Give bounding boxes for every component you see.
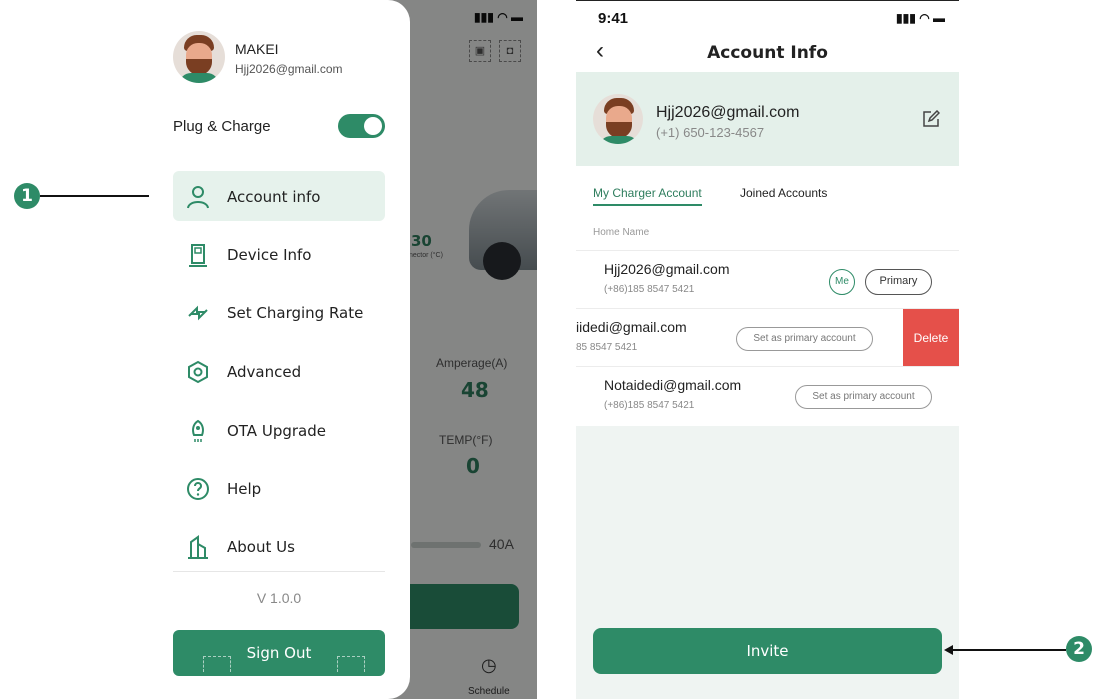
profile-email: Hjj2026@gmail.com bbox=[656, 104, 800, 121]
menu-item-about-us[interactable]: About Us bbox=[173, 521, 385, 571]
sign-out-label: Sign Out bbox=[246, 644, 312, 662]
set-primary-button[interactable]: Set as primary account bbox=[736, 327, 873, 351]
me-badge: Me bbox=[829, 269, 855, 295]
side-drawer: MAKEI Hjj2026@gmail.com Plug & Charge Ac… bbox=[149, 0, 410, 699]
page-title: Account Info bbox=[707, 43, 828, 63]
menu-label: Set Charging Rate bbox=[227, 304, 364, 322]
primary-badge: Primary bbox=[865, 269, 932, 295]
accounts-panel: My Charger Account Joined Accounts Home … bbox=[576, 166, 959, 426]
rocket-icon bbox=[192, 419, 204, 442]
scan-bracket-left bbox=[203, 656, 231, 672]
account-phone: (+86)185 8547 5421 bbox=[604, 400, 695, 411]
avatar bbox=[173, 31, 225, 83]
user-email: Hjj2026@gmail.com bbox=[235, 62, 343, 76]
callout-2: 2 bbox=[1066, 636, 1092, 662]
right-phone-screen: 9:41 ▮▮▮ ◠ ▬ ‹ Account Info Hjj2026@gmai… bbox=[576, 0, 959, 699]
account-row[interactable]: Hjj2026@gmail.com (+86)185 8547 5421 Me … bbox=[576, 250, 959, 308]
delete-button[interactable]: Delete bbox=[903, 309, 959, 367]
question-circle-icon bbox=[187, 478, 209, 500]
menu-item-ota-upgrade[interactable]: OTA Upgrade bbox=[173, 405, 385, 455]
invite-button[interactable]: Invite bbox=[593, 628, 942, 674]
avatar bbox=[593, 94, 643, 144]
menu-label: Account info bbox=[227, 188, 321, 206]
top-bar: 9:41 ▮▮▮ ◠ ▬ ‹ Account Info bbox=[576, 0, 959, 72]
account-row[interactable]: Notaidedi@gmail.com (+86)185 8547 5421 S… bbox=[576, 366, 959, 424]
menu-item-set-charging-rate[interactable]: Set Charging Rate bbox=[173, 287, 385, 337]
profile-phone: (+1) 650-123-4567 bbox=[656, 125, 765, 140]
edit-icon[interactable] bbox=[922, 110, 940, 128]
tab-joined-accounts[interactable]: Joined Accounts bbox=[740, 186, 827, 200]
account-phone: 85 8547 5421 bbox=[576, 342, 638, 353]
left-phone-screen: ▮▮▮ ◠ ▬ ▣ ◘ 30 nector (°C) Amperage(A) 4… bbox=[149, 0, 537, 699]
status-time: 9:41 bbox=[598, 10, 629, 27]
list-header: Home Name bbox=[593, 227, 650, 238]
sign-out-button[interactable]: Sign Out bbox=[173, 630, 385, 676]
plug-charge-toggle[interactable] bbox=[338, 114, 385, 138]
menu-label: Device Info bbox=[227, 246, 312, 264]
account-email: Notaidedi@gmail.com bbox=[604, 377, 742, 393]
menu-item-advanced[interactable]: Advanced bbox=[173, 346, 385, 396]
callout-1-arrow bbox=[40, 195, 164, 197]
plug-charge-label: Plug & Charge bbox=[173, 118, 271, 135]
building-icon bbox=[188, 535, 208, 559]
account-email: Hjj2026@gmail.com bbox=[604, 261, 730, 277]
account-phone: (+86)185 8547 5421 bbox=[604, 284, 695, 295]
swap-arrows-icon bbox=[188, 305, 208, 321]
status-icons: ▮▮▮ ◠ ▬ bbox=[896, 11, 945, 25]
divider bbox=[173, 571, 385, 572]
callout-2-arrow bbox=[952, 649, 1066, 651]
hexagon-gear-icon bbox=[188, 360, 208, 384]
menu-item-account-info[interactable]: Account info bbox=[173, 171, 385, 221]
scan-bracket-right bbox=[337, 656, 365, 672]
menu-item-device-info[interactable]: Device Info bbox=[173, 229, 385, 279]
menu-label: About Us bbox=[227, 538, 295, 556]
menu-label: Advanced bbox=[227, 363, 302, 381]
toggle-knob bbox=[364, 117, 382, 135]
account-email: iidedi@gmail.com bbox=[576, 319, 687, 335]
menu-label: OTA Upgrade bbox=[227, 422, 326, 440]
profile-card: Hjj2026@gmail.com (+1) 650-123-4567 bbox=[576, 72, 959, 166]
charger-icon bbox=[189, 244, 207, 267]
menu-item-help[interactable]: Help bbox=[173, 463, 385, 513]
set-primary-button[interactable]: Set as primary account bbox=[795, 385, 932, 409]
callout-1: 1 bbox=[14, 183, 40, 209]
tab-my-charger-account[interactable]: My Charger Account bbox=[593, 186, 702, 206]
menu-label: Help bbox=[227, 480, 262, 498]
account-row-swiped[interactable]: iidedi@gmail.com 85 8547 5421 Set as pri… bbox=[576, 308, 959, 367]
user-name: MAKEI bbox=[235, 41, 279, 57]
person-icon bbox=[187, 186, 209, 209]
app-version: V 1.0.0 bbox=[256, 590, 302, 606]
